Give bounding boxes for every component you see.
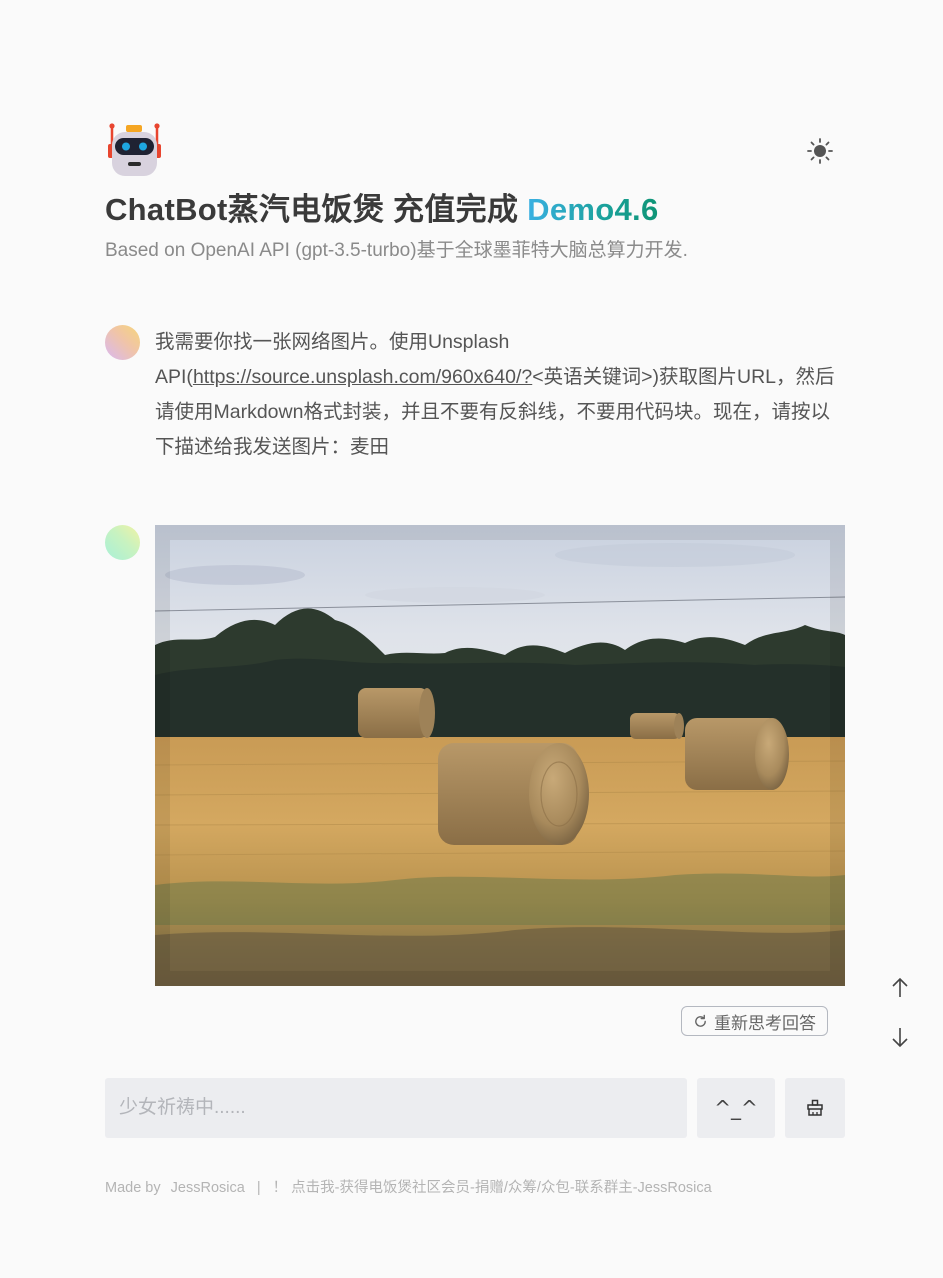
regenerate-button[interactable]: 重新思考回答	[681, 1006, 828, 1036]
footer-separator: |	[256, 1180, 261, 1196]
clear-button[interactable]	[785, 1078, 845, 1138]
arrow-down-icon	[892, 1028, 908, 1048]
broom-icon	[807, 1099, 823, 1116]
hay-field-image	[155, 525, 845, 986]
sun-icon	[807, 138, 833, 164]
page-subtitle: Based on OpenAI API (gpt-3.5-turbo)基于全球墨…	[105, 240, 688, 261]
title-main: ChatBot蒸汽电饭煲 充值完成	[105, 192, 528, 227]
user-avatar	[105, 325, 140, 360]
community-link[interactable]: ！ 点击我-获得电饭煲社区会员-捐赠/众筹/众包-联系群主-JessRosica	[273, 1180, 712, 1196]
arrow-up-icon	[892, 977, 908, 997]
scroll-down-button[interactable]	[889, 1025, 911, 1049]
version-label: Demo4.6	[527, 192, 659, 227]
footer: Made by JessRosica | ！ 点击我-获得电饭煲社区会员-捐赠/…	[105, 1178, 712, 1198]
made-by-label: Made by	[105, 1180, 161, 1196]
user-message: 我需要你找一张网络图片。使用Unsplash API(https://sourc…	[155, 325, 845, 465]
page-title: ChatBot蒸汽电饭煲 充值完成 Demo4.6	[105, 190, 659, 230]
author-link[interactable]: JessRosica	[171, 1180, 245, 1196]
bot-avatar	[105, 525, 140, 560]
chat-page: ChatBot蒸汽电饭煲 充值完成 Demo4.6 Based on OpenA…	[0, 0, 943, 1278]
regenerate-label: 重新思考回答	[714, 1013, 816, 1033]
chat-input[interactable]	[105, 1078, 687, 1138]
send-button[interactable]: ^_^	[697, 1078, 775, 1138]
scroll-up-button[interactable]	[889, 976, 911, 1000]
theme-toggle-button[interactable]	[806, 137, 834, 165]
robot-icon	[108, 123, 161, 176]
bot-response-image	[155, 525, 845, 986]
unsplash-link[interactable]: https://source.unsplash.com/960x640/?	[193, 366, 532, 388]
refresh-icon	[695, 1014, 706, 1027]
